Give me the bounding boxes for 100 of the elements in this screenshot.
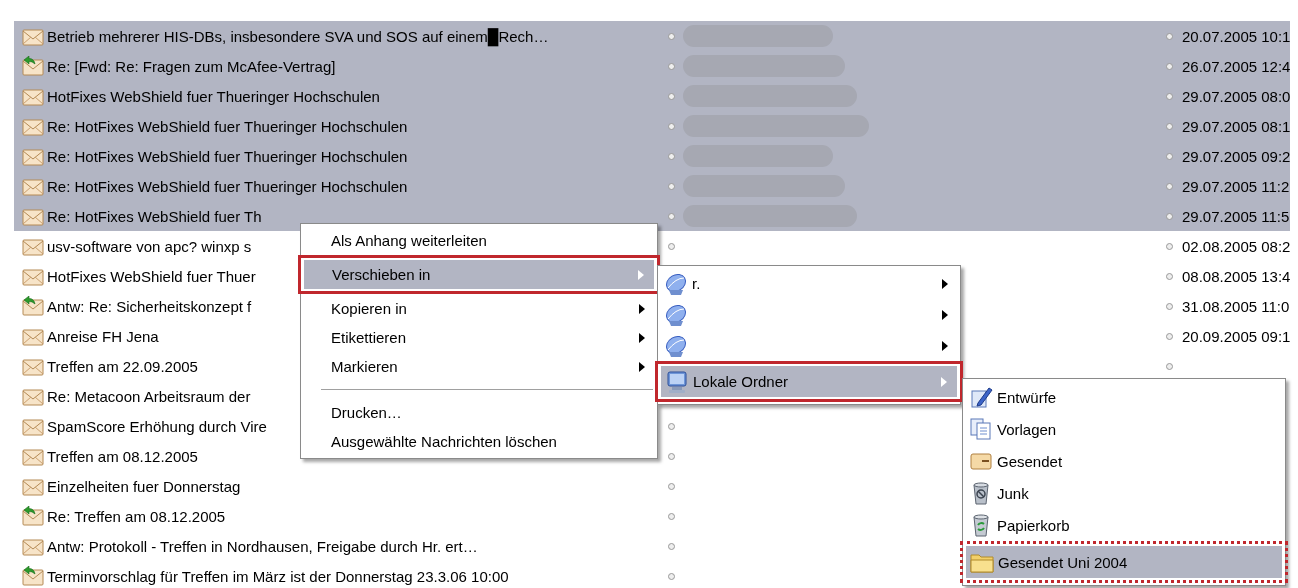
message-date: 31.08.2005 11:0 (1182, 297, 1290, 315)
message-subject: Terminvorschlag für Treffen im März ist der Donnerstag 23.3.06 10:00 (47, 567, 509, 585)
read-dot-icon (1166, 92, 1173, 100)
envelope-icon (22, 86, 44, 106)
envelope-icon (22, 356, 44, 376)
message-subject: Antw: Protokoll - Treffen in Nordhausen, Freigabe durch Hr. ert… (47, 537, 478, 555)
menu-item[interactable]: Papierkorb (965, 509, 1283, 541)
envelope-icon (22, 116, 44, 136)
message-date: 08.08.2005 13:4 (1182, 267, 1290, 285)
envelope-icon (22, 206, 44, 226)
message-date: 20.09.2005 09:1 (1182, 327, 1290, 345)
selected-row[interactable]: HotFixes WebShield fuer Thueringer Hochschulen 29.07.2005 08:0 (14, 81, 1290, 111)
message-subject: Treffen am 08.12.2005 (47, 447, 198, 465)
envelope-icon (22, 266, 44, 286)
read-dot-icon (668, 92, 675, 100)
message-subject: Re: Treffen am 08.12.2005 (47, 507, 226, 525)
read-dot-icon (1166, 62, 1173, 70)
message-subject: Re: Metacoon Arbeitsraum der (47, 387, 251, 405)
message-date: 29.07.2005 09:2 (1182, 147, 1290, 165)
message-subject: Re: HotFixes WebShield fuer Thueringer Hochschulen (47, 147, 408, 165)
read-dot-icon (668, 32, 675, 40)
menu-item[interactable]: Gesendet Uni 2004 (966, 546, 1282, 578)
message-subject: Re: HotFixes WebShield fuer Thueringer Hochschulen (47, 117, 408, 135)
message-subject: Re: [Fwd: Re: Fragen zum McAfee-Vertrag] (47, 57, 336, 75)
read-dot-icon (1166, 242, 1173, 250)
documents-icon (969, 417, 993, 441)
message-subject: SpamScore Erhöhung durch Vire (47, 417, 267, 435)
envelope-icon (22, 236, 44, 256)
menu-item[interactable]: r. (660, 268, 958, 299)
read-dot-icon (668, 182, 675, 190)
read-dot-icon (668, 572, 675, 580)
selected-row[interactable]: Betrieb mehrerer HIS-DBs, insbesondere SVA und SOS auf einem█Rech… 20.07.2005 10:1 (14, 21, 1290, 51)
message-subject: Antw: Re: Sicherheitskonzept f (47, 297, 252, 315)
message-subject: Treffen am 22.09.2005 (47, 357, 198, 375)
selected-row[interactable]: Re: HotFixes WebShield fuer Thueringer Hochschulen 29.07.2005 09:2 (14, 141, 1290, 171)
envelope-icon (22, 26, 44, 46)
selected-row[interactable]: Re: HotFixes WebShield fuer Thueringer Hochschulen 29.07.2005 11:2 (14, 171, 1290, 201)
message-date: 29.07.2005 11:5 (1182, 207, 1290, 225)
menu-item[interactable]: Entwürfe (965, 381, 1283, 413)
message-subject: HotFixes WebShield fuer Thuer (47, 267, 256, 285)
replied-envelope-icon (22, 566, 44, 586)
envelope-icon (22, 416, 44, 436)
message-subject: usv-software von apc? winxp s (47, 237, 252, 255)
menu-item[interactable]: Lokale Ordner (661, 366, 957, 397)
read-dot-icon (668, 512, 675, 520)
read-dot-icon (1166, 362, 1173, 370)
message-subject: Anreise FH Jena (47, 327, 159, 345)
message-date: 02.08.2005 08:2 (1182, 237, 1290, 255)
envelope-icon (22, 176, 44, 196)
envelope-icon (22, 536, 44, 556)
message-date: 29.07.2005 08:1 (1182, 117, 1290, 135)
menu-item[interactable]: Kopieren in (303, 294, 655, 323)
read-dot-icon (668, 242, 675, 250)
selected-row[interactable]: Re: HotFixes WebShield fuer Thueringer Hochschulen 29.07.2005 08:1 (14, 111, 1290, 141)
read-dot-icon (1166, 182, 1173, 190)
pen-paper-icon (969, 385, 993, 409)
read-dot-icon (668, 62, 675, 70)
message-subject: Re: HotFixes WebShield fuer Thueringer Hochschulen (47, 177, 408, 195)
message-subject: Einzelheiten fuer Donnerstag (47, 477, 241, 495)
read-dot-icon (668, 542, 675, 550)
folder-icon (970, 551, 994, 573)
selected-row[interactable]: Re: [Fwd: Re: Fragen zum McAfee-Vertrag] 26.07.2005 12:4 (14, 51, 1290, 81)
read-dot-icon (668, 152, 675, 160)
read-dot-icon (668, 422, 675, 430)
read-dot-icon (1166, 122, 1173, 130)
message-date: 26.07.2005 12:4 (1182, 57, 1290, 75)
menu-item[interactable]: Gesendet (965, 445, 1283, 477)
read-dot-icon (668, 482, 675, 490)
read-dot-icon (1166, 272, 1173, 280)
message-date: 20.07.2005 10:1 (1182, 27, 1290, 45)
read-dot-icon (1166, 302, 1173, 310)
menu-item[interactable]: Junk (965, 477, 1283, 509)
envelope-icon (22, 446, 44, 466)
message-subject: Re: HotFixes WebShield fuer Th (47, 207, 262, 225)
envelope-icon (22, 386, 44, 406)
replied-envelope-icon (22, 506, 44, 526)
read-dot-icon (668, 212, 675, 220)
menu-item[interactable]: Drucken… (303, 398, 655, 427)
message-date: 29.07.2005 08:0 (1182, 87, 1290, 105)
replied-envelope-icon (22, 296, 44, 316)
message-date: 29.07.2005 11:2 (1182, 177, 1290, 195)
menu-item[interactable]: Vorlagen (965, 413, 1283, 445)
replied-envelope-icon (22, 56, 44, 76)
message-subject: HotFixes WebShield fuer Thueringer Hochschulen (47, 87, 380, 105)
read-dot-icon (1166, 212, 1173, 220)
read-dot-icon (1166, 332, 1173, 340)
read-dot-icon (1166, 32, 1173, 40)
envelope-icon (22, 476, 44, 496)
envelope-icon (22, 146, 44, 166)
menu-item[interactable]: Etikettieren (303, 323, 655, 352)
message-subject: Betrieb mehrerer HIS-DBs, insbesondere SVA und SOS auf einem█Rech… (47, 27, 549, 45)
read-dot-icon (668, 452, 675, 460)
menu-item[interactable]: Ausgewählte Nachrichten löschen (303, 427, 655, 456)
envelope-icon (22, 326, 44, 346)
read-dot-icon (668, 122, 675, 130)
read-dot-icon (1166, 152, 1173, 160)
computer-icon (665, 369, 689, 394)
menu-item[interactable]: Verschieben in (304, 260, 654, 289)
menu-item[interactable]: Markieren (303, 352, 655, 381)
selected-row[interactable]: Re: HotFixes WebShield fuer Th 29.07.2005 11:5 (14, 201, 1290, 231)
